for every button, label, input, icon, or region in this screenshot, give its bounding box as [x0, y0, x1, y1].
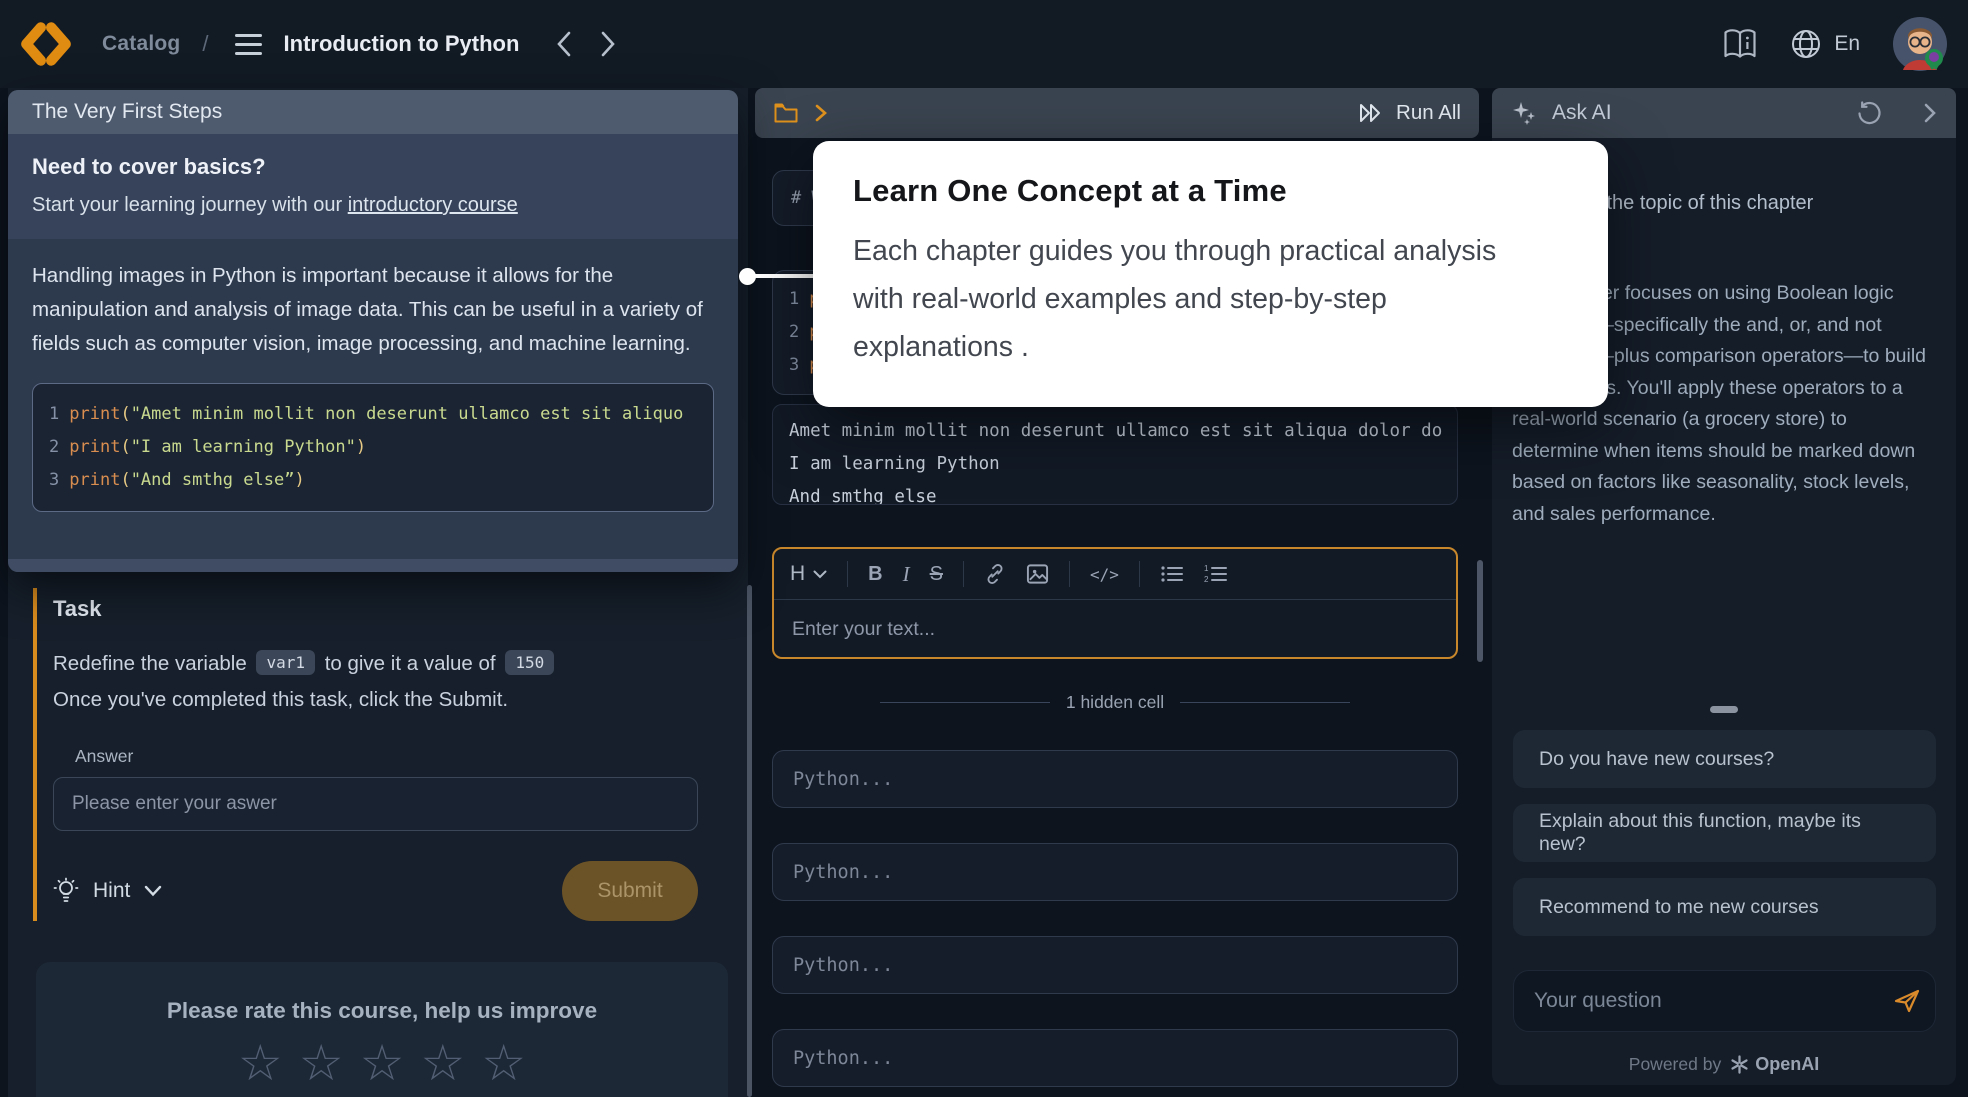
bold-button[interactable]: B [868, 563, 882, 586]
breadcrumb-catalog[interactable]: Catalog [102, 32, 180, 56]
star-icon[interactable]: ☆ [420, 1038, 465, 1088]
ask-ai-header: Ask AI [1492, 88, 1956, 138]
card-footer-strip [8, 559, 738, 572]
introductory-course-link[interactable]: introductory course [348, 194, 518, 216]
lightbulb-icon [53, 877, 79, 905]
collapse-panel-icon[interactable] [1922, 102, 1938, 124]
svg-text:2: 2 [1204, 575, 1209, 584]
expand-chevron-icon[interactable] [813, 103, 829, 123]
tutorial-step-card: The Very First Steps Need to cover basic… [8, 90, 738, 572]
ask-ai-title: Ask AI [1552, 101, 1612, 125]
theory-panel-scrollbar[interactable] [747, 585, 752, 1097]
star-rating: ☆ ☆ ☆ ☆ ☆ [36, 1038, 728, 1088]
next-chapter-button[interactable] [597, 30, 619, 58]
reset-chat-icon[interactable] [1856, 100, 1882, 126]
task-instruction: Redefine the variable var1 to give it a … [53, 650, 733, 676]
heading-dropdown[interactable]: H [790, 562, 827, 586]
tooltip-body: Each chapter guides you through practica… [853, 227, 1553, 371]
drag-handle[interactable] [1710, 706, 1738, 713]
language-label: En [1834, 32, 1860, 56]
value-chip: 150 [505, 650, 554, 675]
submit-button[interactable]: Submit [562, 861, 698, 921]
brand-logo-icon[interactable] [18, 21, 74, 67]
star-icon[interactable]: ☆ [238, 1038, 283, 1088]
powered-by: Powered by OpenAI [1492, 1054, 1956, 1075]
notebook-empty-cell[interactable]: Python... [772, 750, 1458, 808]
folder-icon[interactable] [773, 101, 799, 125]
openai-brand: OpenAI [1755, 1054, 1819, 1075]
hint-button[interactable]: Hint [53, 877, 162, 905]
editor-text-input[interactable] [774, 600, 1456, 658]
notebook-empty-cell[interactable]: Python... [772, 936, 1458, 994]
star-icon[interactable]: ☆ [360, 1038, 405, 1088]
run-all-label: Run All [1396, 101, 1461, 125]
language-switcher[interactable]: En [1790, 28, 1860, 60]
hidden-cell-label: 1 hidden cell [1066, 692, 1164, 713]
course-title: Introduction to Python [284, 31, 520, 57]
notebook-scrollbar[interactable] [1477, 560, 1483, 662]
openai-logo-icon [1729, 1054, 1750, 1075]
chapter-header: The Very First Steps [8, 90, 738, 134]
run-all-icon [1358, 101, 1386, 125]
course-rating-card: Please rate this course, help us improve… [36, 962, 728, 1097]
notebook-toolbar: Run All [755, 88, 1479, 138]
tooltip-title: Learn One Concept at a Time [853, 173, 1568, 209]
avatar[interactable] [1892, 16, 1948, 72]
answer-label: Answer [75, 746, 733, 767]
theory-paragraph: Handling images in Python is important b… [32, 259, 714, 361]
code-line: 1print("Amet minim mollit non deserunt u… [49, 398, 697, 431]
link-icon[interactable] [984, 563, 1006, 585]
star-icon[interactable]: ☆ [481, 1038, 526, 1088]
sparkles-icon [1510, 99, 1538, 127]
code-line: 2print("I am learning Python") [49, 431, 697, 464]
send-icon[interactable] [1892, 986, 1922, 1016]
globe-icon [1790, 28, 1822, 60]
code-block-button[interactable]: </> [1090, 565, 1119, 584]
code-line: 3print("And smthg else”) [49, 464, 697, 497]
image-icon[interactable] [1026, 563, 1049, 585]
output-line: I am learning Python [789, 448, 1441, 481]
suggestion-chip[interactable]: Do you have new courses? [1513, 730, 1936, 788]
tour-connector-line [746, 274, 814, 278]
strikethrough-button[interactable]: S [930, 563, 943, 586]
app-screen: Catalog / Introduction to Python [0, 0, 1968, 1097]
breadcrumb-separator: / [202, 31, 208, 57]
basics-callout: Need to cover basics? Start your learnin… [8, 134, 738, 239]
output-line: And smthg else [789, 481, 1441, 505]
chapters-menu-icon[interactable] [235, 34, 262, 55]
star-icon[interactable]: ☆ [299, 1038, 344, 1088]
rich-text-editor: H B I S </> [772, 547, 1458, 659]
italic-button[interactable]: I [903, 562, 910, 587]
numbered-list-icon[interactable]: 1 2 [1204, 564, 1228, 584]
prev-chapter-button[interactable] [553, 30, 575, 58]
output-line: Amet minim mollit non deserunt ullamco e… [789, 415, 1441, 448]
var-chip: var1 [256, 650, 315, 675]
chevron-down-icon [144, 885, 162, 897]
task-section: Task Redefine the variable var1 to give … [33, 588, 733, 921]
cell-output: Amet minim mollit non deserunt ullamco e… [772, 404, 1458, 505]
svg-text:1: 1 [1204, 564, 1209, 573]
basics-text: Start your learning journey with our [32, 194, 348, 216]
rating-heading: Please rate this course, help us improve [36, 998, 728, 1024]
suggestion-chip[interactable]: Recommend to me new courses [1513, 878, 1936, 936]
answer-input[interactable] [53, 777, 698, 831]
question-input[interactable] [1513, 970, 1936, 1032]
hidden-cell-divider[interactable]: 1 hidden cell [772, 692, 1458, 713]
theory-code-block: 1print("Amet minim mollit non deserunt u… [32, 383, 714, 512]
hint-label: Hint [93, 879, 130, 903]
task-heading: Task [53, 596, 733, 622]
bullet-list-icon[interactable] [1160, 564, 1184, 584]
notebook-empty-cell[interactable]: Python... [772, 843, 1458, 901]
run-all-button[interactable]: Run All [1358, 101, 1461, 125]
top-bar: Catalog / Introduction to Python [0, 0, 1968, 88]
tour-connector-dot [739, 268, 756, 285]
task-instruction-2: Once you've completed this task, click t… [53, 688, 733, 712]
basics-heading: Need to cover basics? [32, 154, 714, 180]
glossary-book-icon[interactable] [1722, 28, 1758, 60]
suggestion-chip[interactable]: Explain about this function, maybe its n… [1513, 804, 1936, 862]
notebook-empty-cell[interactable]: Python... [772, 1029, 1458, 1087]
editor-toolbar: H B I S </> [774, 549, 1456, 600]
onboarding-tooltip: Learn One Concept at a Time Each chapter… [813, 141, 1608, 407]
